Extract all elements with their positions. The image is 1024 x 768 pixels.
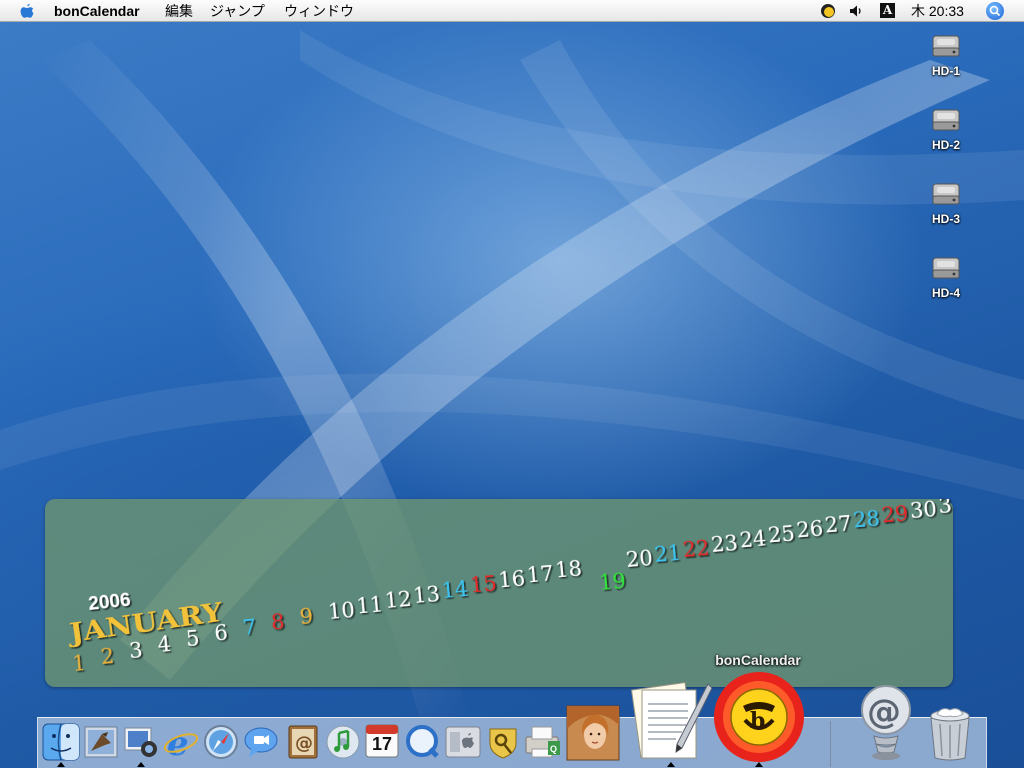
menu-clock[interactable]: 木 20:33 (911, 3, 964, 19)
ical-date: 17 (371, 734, 393, 754)
svg-text:e: e (167, 724, 189, 761)
itunes-icon[interactable] (324, 723, 362, 761)
svg-text:b: b (750, 708, 765, 734)
calendar-days: 1 2 3 4 5 6 7 8 9 10 11 12 13 14 15 16 17 18 1920 21 22 23 24 2… (71, 499, 953, 676)
finder-running-indicator (57, 762, 65, 767)
calendar-day[interactable]: 15 (469, 571, 498, 597)
calendar-day[interactable]: 7 (242, 615, 257, 640)
dock-tooltip: bonCalendar (715, 652, 801, 668)
calendar-day[interactable]: 29 (881, 501, 910, 527)
mail-at-icon[interactable]: @ (856, 684, 916, 762)
drive-label: HD-3 (931, 212, 960, 226)
printer-icon[interactable]: Q (522, 721, 562, 761)
calendar-day[interactable]: 30 (909, 499, 938, 523)
calendar-day[interactable]: 23 (710, 531, 739, 557)
calendar-day[interactable]: 10 (327, 598, 356, 624)
boncalendar-widget[interactable]: 2006 JANUARY 1 2 3 4 5 6 7 8 9 10 11 12 13 14 15 16 17 18… (45, 499, 953, 687)
svg-text:@: @ (295, 733, 313, 754)
drive-hd-4[interactable]: HD-4 (916, 252, 976, 300)
trash-icon[interactable] (928, 706, 972, 762)
calendar-day[interactable]: 3 (128, 638, 143, 663)
calendar-day[interactable]: 25 (767, 521, 796, 547)
keychain-icon[interactable] (484, 723, 522, 761)
textedit-icon[interactable] (630, 678, 712, 762)
textedit-running-indicator (667, 762, 675, 767)
drive-hd-2[interactable]: HD-2 (916, 104, 976, 152)
calendar-day[interactable]: 12 (384, 587, 413, 613)
finder-icon[interactable] (42, 723, 80, 761)
spotlight-icon[interactable] (986, 2, 1004, 20)
ical-icon[interactable]: 17 (364, 723, 400, 759)
calendar-day[interactable]: 28 (852, 506, 881, 532)
calendar-day[interactable]: 13 (412, 582, 441, 608)
svg-text:@: @ (867, 692, 901, 732)
calendar-day[interactable]: 24 (739, 526, 768, 552)
calendar-day[interactable]: 21 (653, 541, 682, 567)
quicktime-icon[interactable] (404, 723, 442, 761)
iphoto-icon[interactable] (122, 723, 160, 761)
boncalendar-icon[interactable]: b (712, 670, 806, 764)
calendar-strip: 2006 JANUARY 1 2 3 4 5 6 7 8 9 10 11 12 13 14 15 16 17 18… (66, 499, 953, 676)
calendar-day[interactable]: 26 (795, 516, 824, 542)
calendar-day[interactable]: 31 (937, 499, 953, 518)
drive-label: HD-2 (931, 138, 960, 152)
ichat-icon[interactable] (242, 723, 280, 761)
calendar-day[interactable]: 18 (554, 556, 583, 582)
hard-drive-icon (932, 183, 960, 205)
drive-label: HD-1 (931, 64, 960, 78)
menu-window[interactable]: ウィンドウ (284, 3, 354, 19)
calendar-day[interactable]: 17 (526, 561, 555, 587)
calendar-day[interactable]: 8 (270, 610, 285, 635)
mail-icon[interactable] (82, 723, 120, 761)
menu-app-name[interactable]: bonCalendar (54, 3, 140, 19)
hard-drive-icon (932, 257, 960, 279)
calendar-day[interactable]: 9 (299, 604, 314, 629)
svg-text:Q: Q (550, 744, 557, 754)
calendar-day[interactable]: 6 (213, 621, 228, 646)
calendar-day[interactable]: 1 (71, 651, 86, 676)
drive-label: HD-4 (931, 286, 960, 300)
calendar-day[interactable]: 11 (355, 592, 384, 618)
calendar-day[interactable]: 22 (682, 536, 711, 562)
input-menu-icon[interactable]: A (880, 3, 895, 18)
calendar-day[interactable]: 27 (824, 511, 853, 537)
drive-hd-1[interactable]: HD-1 (916, 30, 976, 78)
spotlight-glass (989, 5, 1001, 17)
calendar-day[interactable]: 2 (100, 644, 115, 669)
drive-hd-3[interactable]: HD-3 (916, 178, 976, 226)
address-book-icon[interactable]: @ (284, 723, 322, 761)
calendar-today[interactable]: 19 (598, 569, 627, 595)
menu-bar: bonCalendar 編集 ジャンプ ウィンドウ A 木 20:33 (0, 0, 1024, 22)
dock-divider (830, 721, 831, 767)
volume-icon[interactable] (848, 3, 864, 19)
safari-icon[interactable] (202, 723, 240, 761)
hard-drive-icon (932, 109, 960, 131)
hard-drive-icon (932, 35, 960, 57)
menu-jump[interactable]: ジャンプ (210, 3, 265, 19)
menu-edit[interactable]: 編集 (165, 3, 193, 19)
calendar-day[interactable]: 14 (441, 577, 470, 603)
menu-extra-status-icon[interactable] (820, 3, 836, 19)
calendar-day[interactable]: 20 (625, 546, 654, 572)
calendar-day[interactable]: 4 (157, 632, 172, 657)
internet-explorer-icon[interactable]: e (162, 723, 200, 761)
venus-art-icon[interactable] (566, 705, 620, 761)
input-menu-letter: A (882, 3, 893, 17)
boncalendar-running-indicator (755, 762, 763, 767)
calendar-day[interactable]: 5 (185, 626, 200, 651)
system-preferences-icon[interactable] (444, 723, 482, 761)
apple-menu-icon[interactable] (18, 2, 36, 20)
iphoto-running-indicator (137, 762, 145, 767)
calendar-day[interactable]: 16 (497, 566, 526, 592)
